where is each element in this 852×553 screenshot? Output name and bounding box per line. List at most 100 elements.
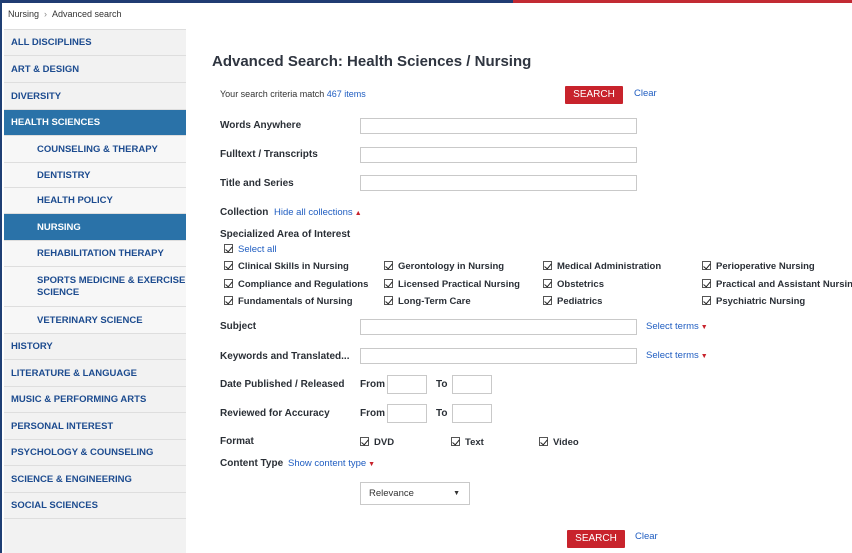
reviewed-to-input[interactable]	[452, 404, 492, 423]
select-all-checkbox[interactable]: Select all	[224, 244, 277, 255]
sidebar-item-health-sciences[interactable]: HEALTH SCIENCES	[4, 110, 186, 136]
checkbox-checked-icon	[384, 296, 393, 305]
checkbox-checked-icon	[224, 279, 233, 288]
criteria-prefix: Your search criteria match	[220, 89, 325, 99]
sidebar-item-science-engineering[interactable]: SCIENCE & ENGINEERING	[4, 466, 186, 493]
checkbox-checked-icon	[543, 261, 552, 270]
checkbox-checked-icon	[224, 296, 233, 305]
interest-option-label: Medical Administration	[557, 261, 662, 272]
keywords-input[interactable]	[360, 348, 637, 364]
date-published-to-input[interactable]	[452, 375, 492, 394]
format-video-checkbox[interactable]: Video	[539, 437, 579, 448]
sidebar-item-social-sciences[interactable]: SOCIAL SCIENCES	[4, 493, 186, 519]
interest-option-label: Licensed Practical Nursing	[398, 279, 520, 290]
sidebar-item-psychology-counseling[interactable]: PSYCHOLOGY & COUNSELING	[4, 440, 186, 466]
sidebar-item-sports-medicine[interactable]: SPORTS MEDICINE & EXERCISE SCIENCE	[4, 267, 186, 307]
sidebar-item-literature-language[interactable]: LITERATURE & LANGUAGE	[4, 360, 186, 387]
clear-link-bottom[interactable]: Clear	[635, 531, 658, 542]
sidebar-item-rehabilitation-therapy[interactable]: REHABILITATION THERAPY	[4, 241, 186, 267]
interest-option[interactable]: Long-Term Care	[384, 296, 471, 307]
checkbox-checked-icon	[539, 437, 548, 446]
title-series-input[interactable]	[360, 175, 637, 191]
subject-input[interactable]	[360, 319, 637, 335]
title-series-label: Title and Series	[220, 178, 294, 189]
chevron-down-icon: ▼	[453, 490, 460, 497]
format-label: Format	[220, 436, 254, 447]
breadcrumb-item-nursing[interactable]: Nursing	[8, 9, 39, 19]
select-all-label: Select all	[238, 244, 277, 255]
sort-select[interactable]: Relevance ▼	[360, 482, 470, 505]
caret-down-icon: ▼	[700, 324, 708, 331]
show-content-type-text[interactable]: Show content type	[288, 458, 366, 469]
search-button-top[interactable]: SEARCH	[565, 86, 623, 104]
subject-select-terms-text[interactable]: Select terms	[646, 321, 699, 332]
format-video-label: Video	[553, 437, 579, 448]
subject-select-terms-link[interactable]: Select terms ▼	[646, 321, 708, 332]
criteria-count-link[interactable]: 467 items	[327, 89, 366, 99]
interest-option-label: Gerontology in Nursing	[398, 261, 505, 272]
page-title: Advanced Search: Health Sciences / Nursi…	[212, 53, 532, 70]
criteria-summary: Your search criteria match 467 items	[220, 89, 366, 99]
sidebar-item-all-disciplines[interactable]: ALL DISCIPLINES	[4, 30, 186, 56]
interest-option-label: Clinical Skills in Nursing	[238, 261, 349, 272]
keywords-label: Keywords and Translated...	[220, 351, 350, 362]
reviewed-from-label: From	[360, 408, 385, 419]
keywords-select-terms-text[interactable]: Select terms	[646, 350, 699, 361]
breadcrumb-separator: ›	[44, 9, 48, 19]
interest-option[interactable]: Fundamentals of Nursing	[224, 296, 353, 307]
sidebar: ALL DISCIPLINES ART & DESIGN DIVERSITY H…	[4, 29, 186, 553]
format-dvd-label: DVD	[374, 437, 395, 448]
checkbox-checked-icon	[543, 296, 552, 305]
interest-option[interactable]: Practical and Assistant Nursing	[702, 279, 852, 290]
sidebar-item-veterinary-science[interactable]: VETERINARY SCIENCE	[4, 307, 186, 334]
sidebar-item-counseling-therapy[interactable]: COUNSELING & THERAPY	[4, 136, 186, 163]
interest-option[interactable]: Gerontology in Nursing	[384, 261, 504, 272]
words-anywhere-label: Words Anywhere	[220, 120, 302, 131]
breadcrumb: Nursing › Advanced search	[8, 9, 122, 19]
interest-option[interactable]: Obstetrics	[543, 279, 604, 290]
checkbox-checked-icon	[451, 437, 460, 446]
date-published-to-label: To	[436, 379, 448, 390]
interest-label: Specialized Area of Interest	[220, 229, 351, 240]
content-type-label: Content Type	[220, 458, 284, 469]
clear-link-top[interactable]: Clear	[634, 88, 657, 99]
collection-label: Collection	[220, 207, 269, 218]
show-content-type-link[interactable]: Show content type ▼	[288, 458, 375, 469]
search-button-bottom[interactable]: SEARCH	[567, 530, 625, 548]
reviewed-to-label: To	[436, 408, 448, 419]
sidebar-item-dentistry[interactable]: DENTISTRY	[4, 163, 186, 188]
sidebar-item-personal-interest[interactable]: PERSONAL INTEREST	[4, 413, 186, 440]
interest-option[interactable]: Pediatrics	[543, 296, 602, 307]
interest-option[interactable]: Perioperative Nursing	[702, 261, 815, 272]
date-published-label: Date Published / Released	[220, 379, 345, 390]
sidebar-item-health-policy[interactable]: HEALTH POLICY	[4, 188, 186, 214]
sidebar-item-diversity[interactable]: DIVERSITY	[4, 83, 186, 110]
sidebar-item-history[interactable]: HISTORY	[4, 334, 186, 360]
interest-option[interactable]: Medical Administration	[543, 261, 661, 272]
format-dvd-checkbox[interactable]: DVD	[360, 437, 394, 448]
words-anywhere-input[interactable]	[360, 118, 637, 134]
interest-option-label: Fundamentals of Nursing	[238, 296, 353, 307]
interest-option[interactable]: Compliance and Regulations	[224, 279, 368, 290]
checkbox-checked-icon	[702, 279, 711, 288]
sidebar-item-nursing[interactable]: NURSING	[4, 214, 186, 241]
reviewed-from-input[interactable]	[387, 404, 427, 423]
keywords-select-terms-link[interactable]: Select terms ▼	[646, 350, 708, 361]
interest-option[interactable]: Psychiatric Nursing	[702, 296, 805, 307]
format-text-label: Text	[465, 437, 484, 448]
interest-option[interactable]: Clinical Skills in Nursing	[224, 261, 349, 272]
format-text-checkbox[interactable]: Text	[451, 437, 484, 448]
reviewed-label: Reviewed for Accuracy	[220, 408, 330, 419]
fulltext-input[interactable]	[360, 147, 637, 163]
checkbox-checked-icon	[702, 261, 711, 270]
sidebar-item-music-performing-arts[interactable]: MUSIC & PERFORMING ARTS	[4, 387, 186, 413]
checkbox-checked-icon	[702, 296, 711, 305]
sidebar-item-art-design[interactable]: ART & DESIGN	[4, 56, 186, 83]
interest-option-label: Long-Term Care	[398, 296, 471, 307]
interest-option-label: Psychiatric Nursing	[716, 296, 806, 307]
hide-collections-text[interactable]: Hide all collections	[274, 207, 353, 218]
date-published-from-input[interactable]	[387, 375, 427, 394]
interest-option[interactable]: Licensed Practical Nursing	[384, 279, 520, 290]
page-frame: Nursing › Advanced search ALL DISCIPLINES …	[0, 0, 852, 553]
hide-collections-link[interactable]: Hide all collections ▲	[274, 207, 362, 218]
